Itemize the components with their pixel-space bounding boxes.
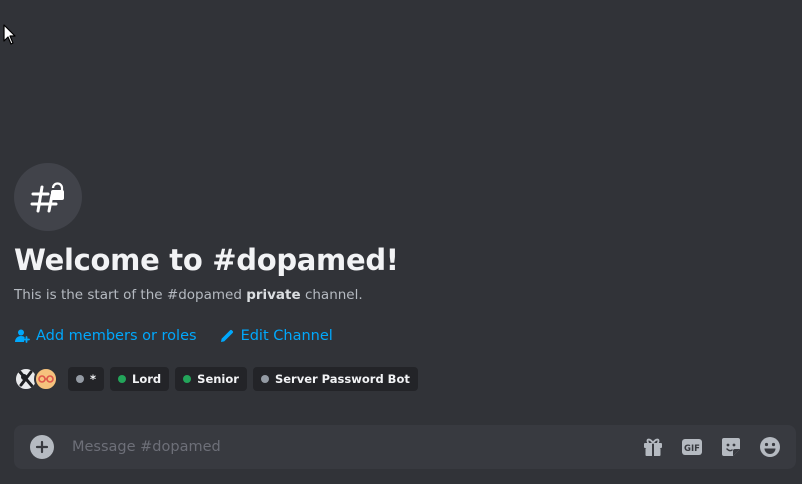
subtitle-private: private: [246, 287, 301, 303]
role-tag[interactable]: Lord: [110, 367, 170, 391]
role-name: Senior: [197, 372, 239, 386]
message-composer: GIF: [14, 425, 796, 469]
role-tag[interactable]: Senior: [175, 367, 247, 391]
role-tag[interactable]: Server Password Bot: [252, 367, 418, 391]
subtitle-prefix: This is the start of the #dopamed: [14, 287, 247, 303]
member-avatars: [14, 367, 58, 391]
mouse-cursor-icon: [3, 24, 16, 45]
channel-welcome: Welcome to #dopamed! This is the start o…: [14, 163, 774, 391]
role-color-dot: [76, 375, 84, 383]
channel-actions: Add members or roles Edit Channel: [14, 325, 774, 347]
add-members-button[interactable]: Add members or roles: [14, 328, 197, 344]
gift-button[interactable]: [640, 435, 665, 460]
emoji-button[interactable]: [757, 435, 782, 460]
gif-icon: GIF: [681, 439, 702, 455]
role-color-dot: [118, 375, 127, 383]
role-tag[interactable]: *: [68, 367, 105, 391]
add-member-icon: [15, 329, 30, 343]
edit-channel-button[interactable]: Edit Channel: [219, 328, 333, 344]
channel-view: Welcome to #dopamed! This is the start o…: [0, 0, 802, 484]
role-name: Server Password Bot: [274, 372, 410, 386]
gif-text: GIF: [684, 444, 700, 454]
plus-circle-icon: [35, 440, 49, 454]
gif-button[interactable]: GIF: [679, 435, 704, 460]
composer-buttons: GIF: [640, 435, 782, 460]
attach-button[interactable]: [30, 435, 54, 459]
pencil-icon: [220, 329, 233, 342]
subtitle-suffix: channel.: [300, 287, 363, 303]
sticker-icon: [721, 438, 740, 456]
member-avatar[interactable]: [34, 367, 58, 391]
message-input[interactable]: [70, 438, 640, 456]
locked-hashtag-icon: [14, 163, 82, 231]
sticker-button[interactable]: [718, 435, 743, 460]
gift-icon: [643, 438, 662, 456]
emoji-icon: [759, 437, 780, 457]
add-members-label: Add members or roles: [36, 328, 197, 344]
role-color-dot: [183, 375, 192, 383]
role-name: Lord: [132, 372, 162, 386]
welcome-subtitle: This is the start of the #dopamed privat…: [14, 285, 774, 305]
channel-members-row: * Lord Senior Server Password Bot: [14, 367, 774, 391]
role-name: *: [90, 372, 97, 386]
role-color-dot: [260, 375, 269, 383]
welcome-title: Welcome to #dopamed!: [14, 243, 399, 277]
edit-channel-label: Edit Channel: [240, 328, 333, 344]
